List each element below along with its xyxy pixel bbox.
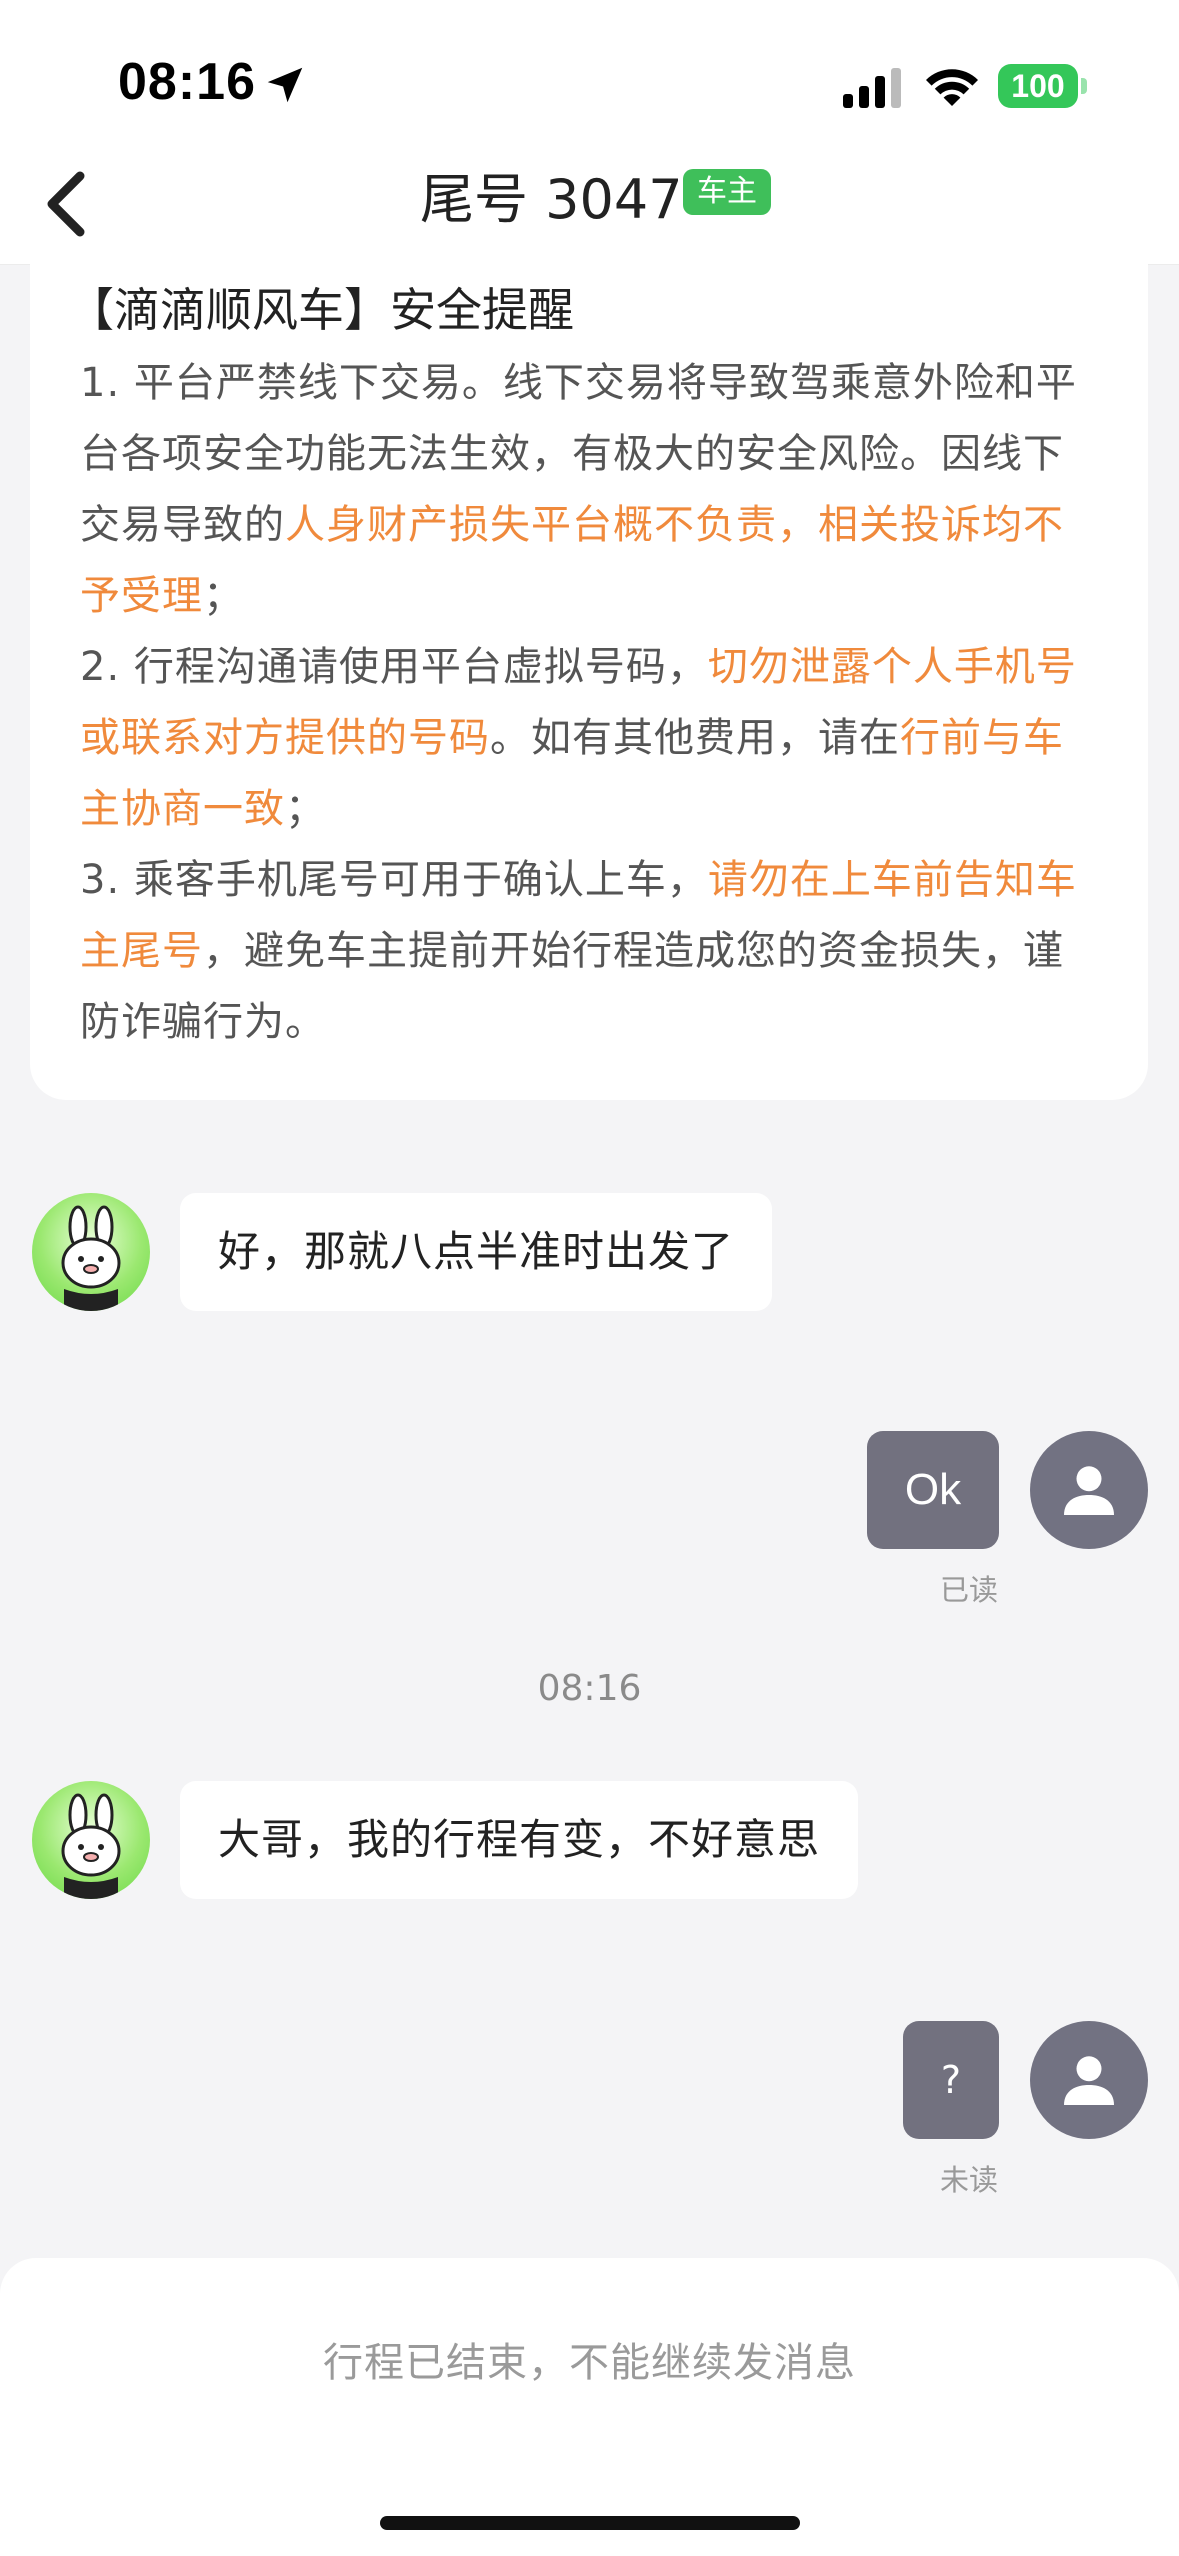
cellular-signal-icon	[843, 68, 901, 108]
my-avatar[interactable]	[1030, 2021, 1148, 2139]
highlighted-text: 行前与车	[900, 715, 1064, 761]
safety-line: 2. 行程沟通请使用平台虚拟号码，切勿泄露个人手机号	[80, 632, 1098, 703]
highlighted-text: 予受理	[80, 573, 203, 619]
safety-reminder-body: 1. 平台严禁线下交易。线下交易将导致驾乘意外险和平 台各项安全功能无法生效，有极…	[80, 348, 1098, 1058]
reminder-text: ；	[203, 573, 244, 619]
reminder-text: ，避免车主提前开始行程造成您的资金损失，谨	[203, 928, 1064, 974]
home-indicator[interactable]	[380, 2516, 800, 2530]
reminder-text: 1. 平台严禁线下交易。线下交易将导致驾乘意外险和平	[80, 360, 1077, 406]
safety-line: 1. 平台严禁线下交易。线下交易将导致驾乘意外险和平	[80, 348, 1098, 419]
incoming-message-bubble[interactable]: 好，那就八点半准时出发了	[180, 1193, 773, 1311]
reminder-text: 。如有其他费用，请在	[490, 715, 900, 761]
contact-avatar[interactable]	[32, 1193, 150, 1311]
bunny-avatar-icon	[61, 1793, 121, 1899]
safety-line: 台各项安全功能无法生效，有极大的安全风险。因线下	[80, 419, 1098, 490]
reminder-text: ；	[285, 786, 326, 832]
bunny-avatar-icon	[61, 1205, 121, 1311]
safety-line: 3. 乘客手机尾号可用于确认上车，请勿在上车前告知车	[80, 845, 1098, 916]
safety-line: 或联系对方提供的号码。如有其他费用，请在行前与车	[80, 703, 1098, 774]
incoming-message-bubble[interactable]: 大哥，我的行程有变，不好意思	[180, 1781, 859, 1899]
reminder-text: 台各项安全功能无法生效，有极大的安全风险。因线下	[80, 431, 1064, 477]
time-separator: 08:16	[537, 1668, 642, 1709]
battery-indicator: 100	[998, 64, 1078, 108]
safety-reminder-title: 【滴滴顺风车】安全提醒	[68, 283, 574, 337]
highlighted-text: 人身财产损失平台概不负责，相关投诉均不	[285, 502, 1064, 548]
reminder-text: 防诈骗行为。	[80, 999, 326, 1045]
highlighted-text: 请勿在上车前告知车	[707, 857, 1077, 903]
safety-line: 予受理；	[80, 561, 1098, 632]
outgoing-message-text: ?	[940, 2058, 962, 2102]
location-arrow-icon	[267, 67, 303, 103]
outgoing-message-bubble[interactable]: Ok	[867, 1431, 999, 1549]
safety-line: 防诈骗行为。	[80, 987, 1098, 1058]
highlighted-text: 或联系对方提供的号码	[80, 715, 490, 761]
highlighted-text: 主尾号	[80, 928, 203, 974]
highlighted-text: 主协商一致	[80, 786, 285, 832]
status-bar: 08:16 100	[0, 0, 1179, 150]
safety-reminder-card: 【滴滴顺风车】安全提醒 1. 平台严禁线下交易。线下交易将导致驾乘意外险和平 台各…	[30, 262, 1148, 1100]
reminder-text: 交易导致的	[80, 502, 285, 548]
battery-tip	[1081, 78, 1087, 94]
my-avatar[interactable]	[1030, 1431, 1148, 1549]
back-chevron-icon[interactable]	[40, 164, 96, 244]
outgoing-message-text: Ok	[904, 1465, 962, 1514]
reminder-text: 3. 乘客手机尾号可用于确认上车，	[80, 857, 708, 903]
user-avatar-icon	[1064, 2056, 1114, 2105]
safety-line: 主尾号，避免车主提前开始行程造成您的资金损失，谨	[80, 916, 1098, 987]
read-status: 已读	[940, 1573, 999, 1607]
outgoing-message-bubble[interactable]: ?	[903, 2021, 999, 2139]
driver-badge: 车主	[683, 169, 771, 215]
safety-line: 交易导致的人身财产损失平台概不负责，相关投诉均不	[80, 490, 1098, 561]
wifi-icon	[926, 69, 978, 106]
status-time: 08:16	[118, 53, 256, 111]
reminder-text: 2. 行程沟通请使用平台虚拟号码，	[80, 644, 708, 690]
unread-status: 未读	[940, 2163, 999, 2197]
user-avatar-icon	[1064, 1466, 1114, 1515]
safety-line: 主协商一致；	[80, 774, 1098, 845]
chat-title: 尾号 3047	[420, 168, 683, 231]
trip-ended-notice: 行程已结束，不能继续发消息	[323, 2340, 856, 2386]
highlighted-text: 切勿泄露个人手机号	[707, 644, 1077, 690]
nav-bar: 尾号 3047 车主	[0, 150, 1179, 265]
bottom-notice-panel	[0, 2258, 1179, 2556]
contact-avatar[interactable]	[32, 1781, 150, 1899]
